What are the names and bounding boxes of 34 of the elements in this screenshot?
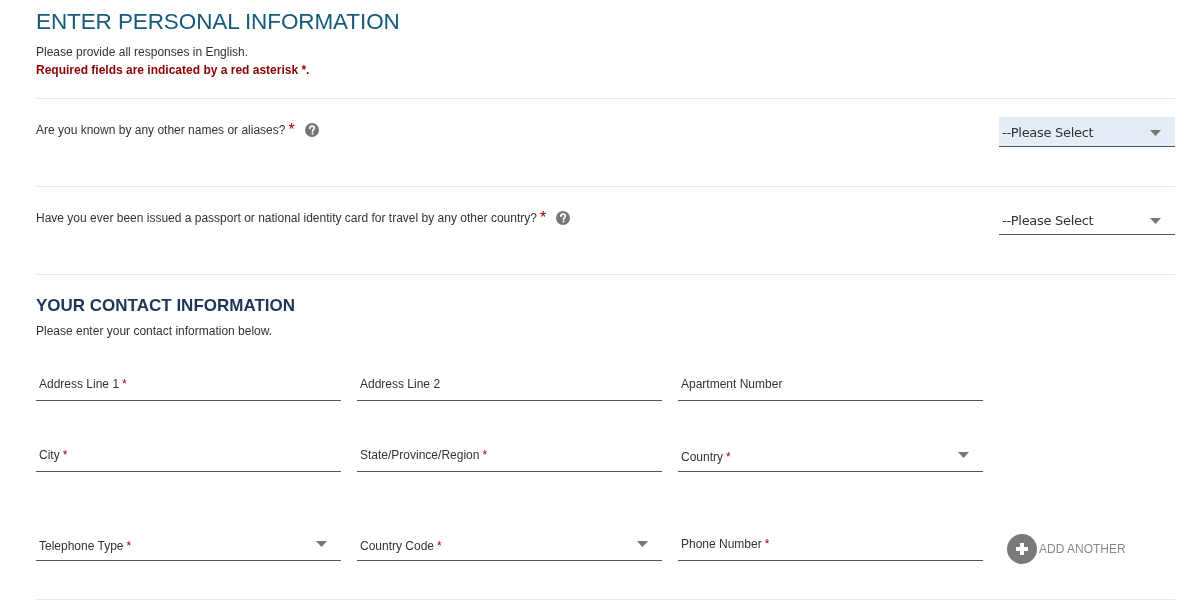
dropdown-field[interactable]: Country Code * (357, 533, 662, 561)
intro-text: Please provide all responses in English. (36, 44, 250, 61)
required-asterisk: * (122, 376, 127, 393)
help-icon[interactable] (304, 123, 319, 137)
required-asterisk: * (62, 447, 68, 464)
text-field[interactable]: City * (36, 444, 341, 472)
required-asterisk: * (539, 208, 547, 228)
caret-icon (316, 541, 327, 547)
text-field[interactable]: Address Line 1 * (36, 373, 341, 401)
required-asterisk: * (764, 536, 770, 553)
section-subtitle: Please enter your contact information below. (36, 323, 274, 339)
dropdown-field[interactable]: --Please Select (999, 117, 1175, 147)
required-asterisk: * (726, 449, 731, 466)
question-text: Have you ever been issued a passport or national identity card for travel by any other country? (36, 210, 537, 227)
plus-circle-icon (1007, 534, 1037, 564)
page-title: ENTER PERSONAL INFORMATION (36, 8, 401, 36)
help-icon[interactable] (556, 211, 571, 225)
required-asterisk: * (482, 447, 488, 464)
dropdown-field[interactable]: Country * (678, 444, 983, 472)
caret-icon (637, 541, 648, 547)
required-asterisk: * (437, 538, 442, 555)
text-field[interactable]: Address Line 2 (357, 373, 662, 401)
caret-icon (958, 452, 969, 458)
caret-icon (1150, 217, 1161, 224)
text-field[interactable]: State/Province/Region * (357, 444, 662, 472)
section-heading: YOUR CONTACT INFORMATION (36, 295, 297, 317)
required-note: Required fields are indicated by a red asterisk *. (36, 62, 311, 79)
required-asterisk: * (126, 538, 132, 555)
text-field[interactable]: Apartment Number (678, 373, 983, 401)
required-asterisk: * (288, 120, 295, 140)
dropdown-field[interactable]: Telephone Type * (36, 533, 341, 561)
caret-icon (1150, 129, 1161, 136)
question-text: Are you known by any other names or aliases? (36, 122, 286, 139)
text-field[interactable]: Phone Number * (678, 533, 983, 561)
